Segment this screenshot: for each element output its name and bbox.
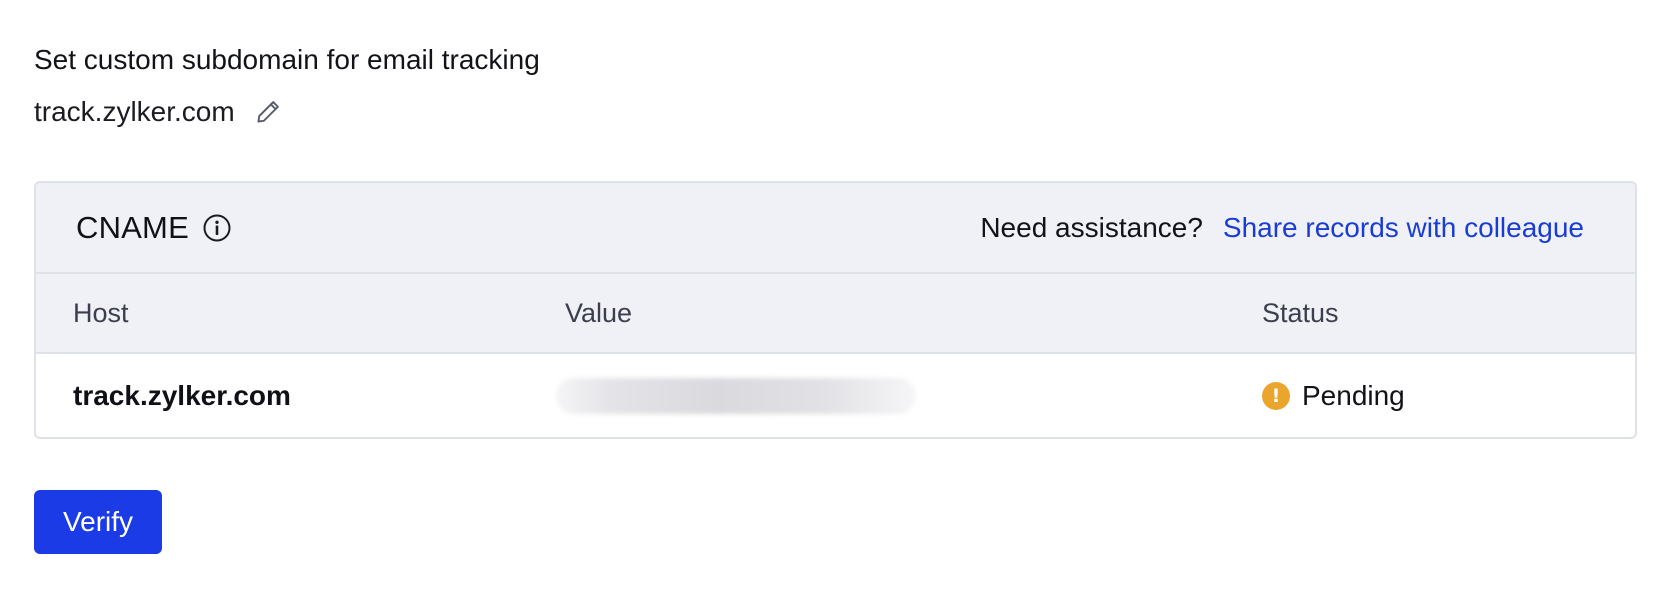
verify-button[interactable]: Verify bbox=[34, 490, 162, 554]
pencil-icon[interactable] bbox=[253, 97, 283, 127]
assistance-group: Need assistance? Share records with coll… bbox=[980, 212, 1584, 244]
subdomain-row: track.zylker.com bbox=[34, 92, 283, 132]
info-circle-icon[interactable] bbox=[201, 212, 233, 244]
page-title: Set custom subdomain for email tracking bbox=[34, 44, 540, 75]
warning-circle-icon: ! bbox=[1262, 382, 1290, 410]
column-header-value: Value bbox=[565, 297, 633, 328]
share-records-link[interactable]: Share records with colleague bbox=[1223, 212, 1584, 244]
record-type-title: CNAME bbox=[76, 209, 189, 245]
status-cell: ! Pending bbox=[1262, 354, 1405, 437]
host-cell: track.zylker.com bbox=[73, 380, 291, 411]
assistance-label: Need assistance? bbox=[980, 211, 1203, 243]
cname-record-card: CNAME Need assistance? Share records wit… bbox=[34, 181, 1637, 439]
column-header-status: Status bbox=[1262, 297, 1339, 328]
redacted-value bbox=[556, 378, 916, 414]
card-header: CNAME Need assistance? Share records wit… bbox=[36, 183, 1635, 274]
status-label: Pending bbox=[1302, 380, 1405, 411]
table-header-row: Host Value Status bbox=[36, 274, 1635, 354]
value-cell bbox=[556, 354, 916, 437]
table-row: track.zylker.com ! Pending bbox=[36, 354, 1635, 437]
column-header-host: Host bbox=[73, 297, 129, 328]
subdomain-value: track.zylker.com bbox=[34, 96, 235, 127]
card-title-group: CNAME bbox=[76, 210, 233, 246]
